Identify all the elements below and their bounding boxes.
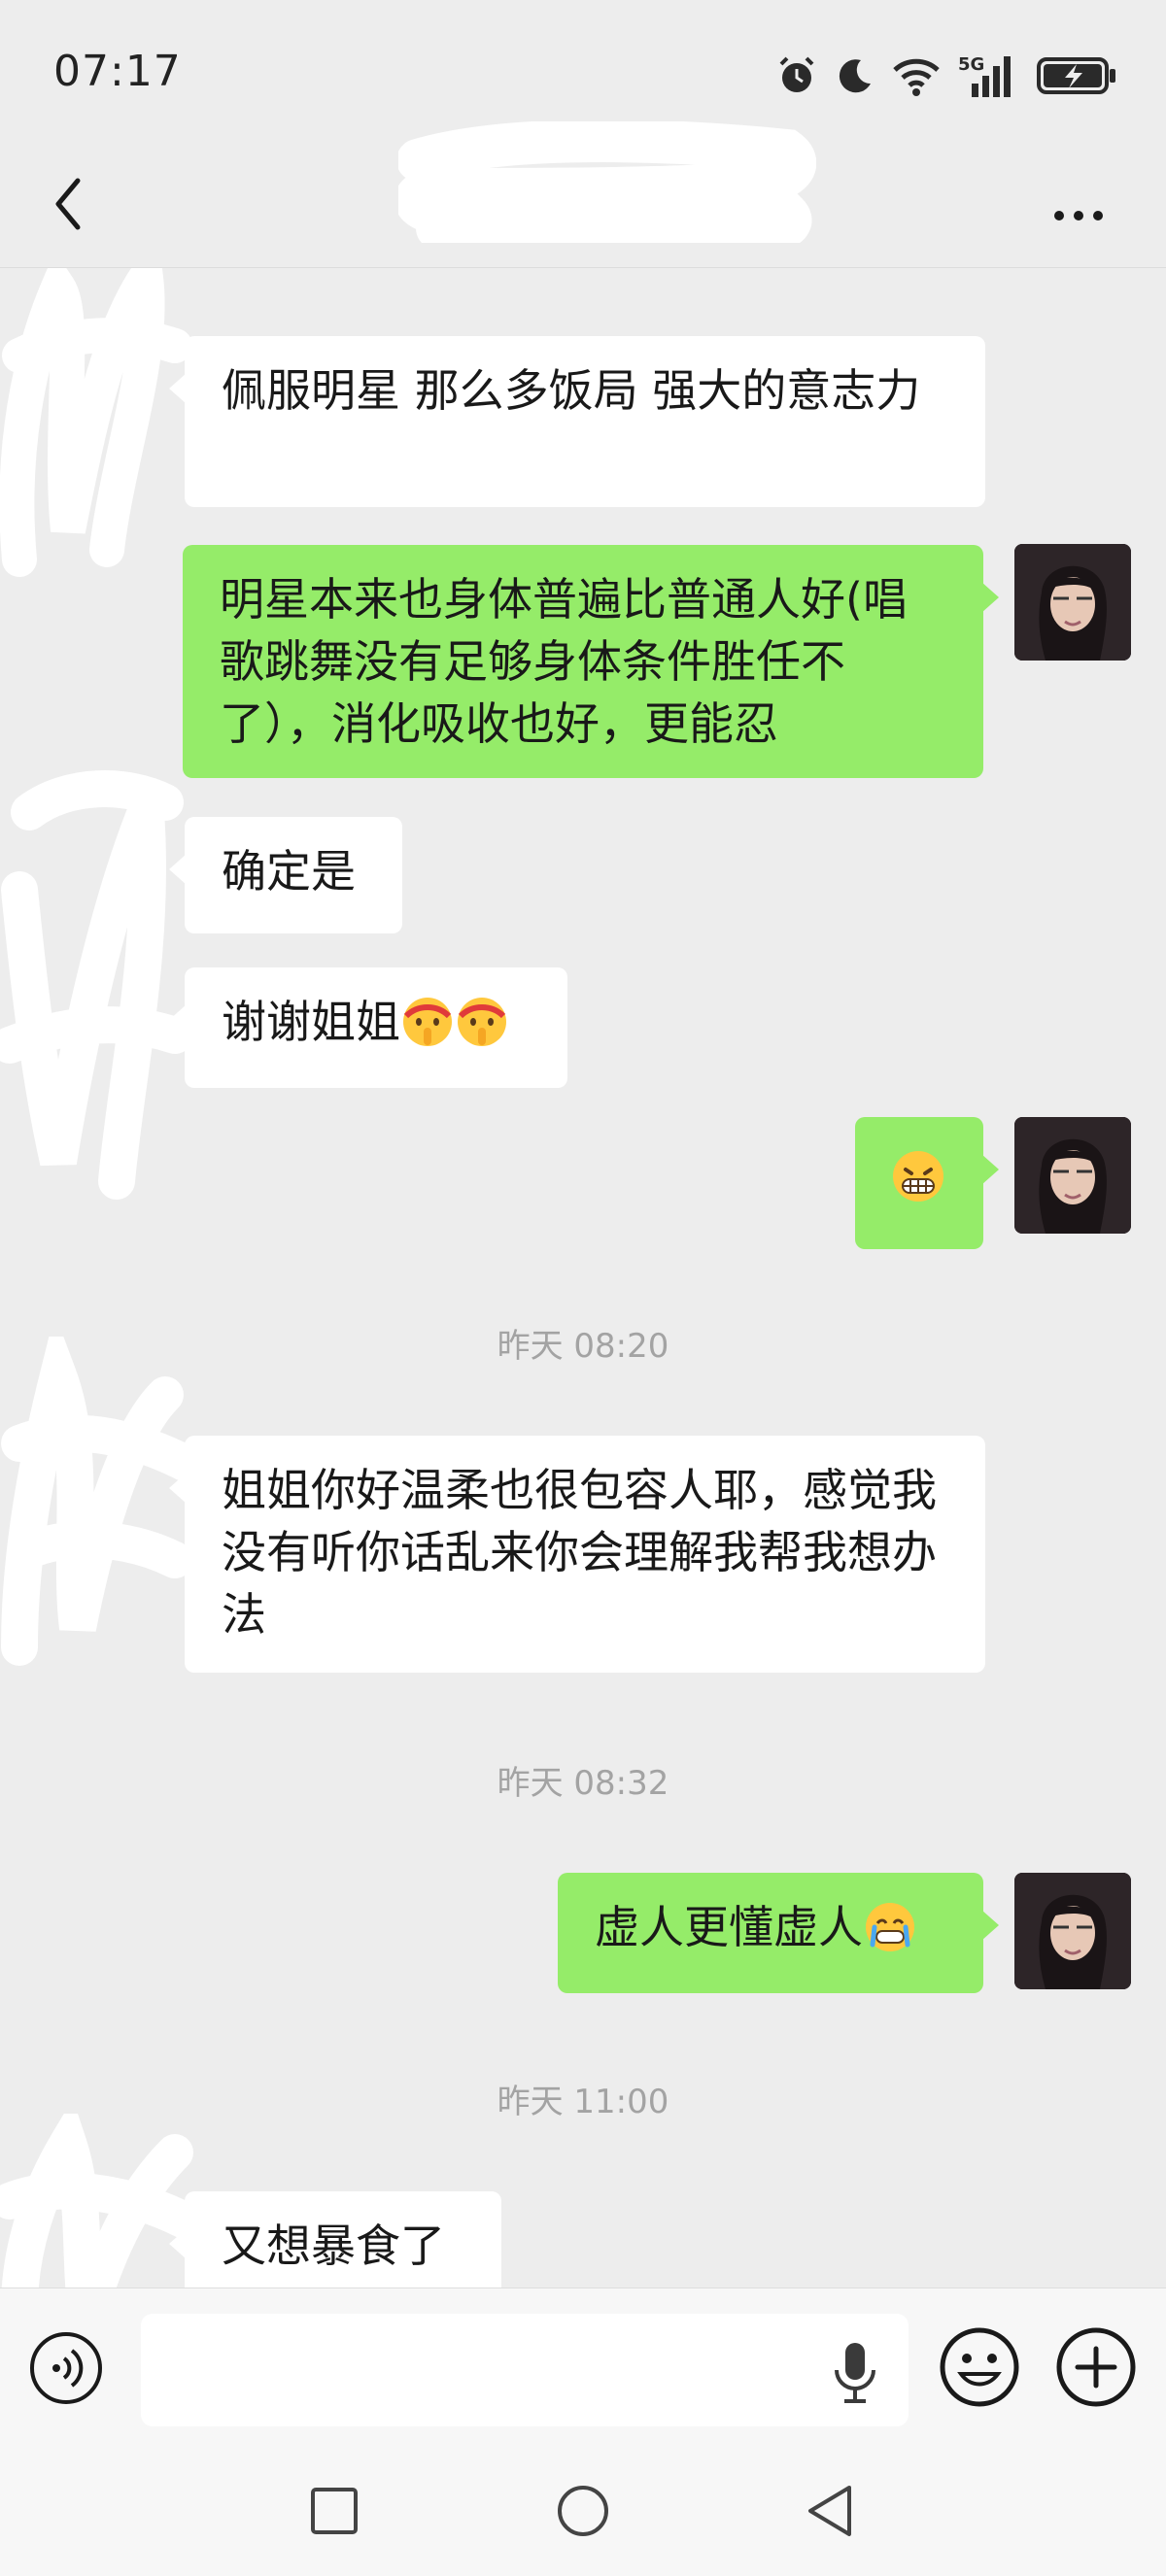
message-text: 谢谢姐姐 (222, 996, 400, 1048)
my-avatar[interactable] (1014, 1873, 1131, 1989)
message-text: 虚人更懂虚人 (595, 1901, 863, 1953)
chat-header (0, 146, 1166, 268)
status-icons: 5G (775, 49, 1117, 103)
avatar-redaction (0, 268, 192, 577)
avatar-redaction (1, 1337, 194, 1666)
recents-square-icon (311, 2488, 358, 2534)
voice-toggle-button[interactable] (27, 2329, 105, 2407)
signal-5g-icon: 5G (958, 54, 1011, 97)
message-text: 佩服明星 那么多饭局 强大的意志力 (222, 364, 921, 417)
message-timestamp: 昨天 08:20 (497, 1327, 669, 1366)
message-timestamp: 昨天 11:00 (497, 2083, 669, 2121)
more-options-button[interactable] (1030, 165, 1127, 243)
message-text: 又想暴食了 (222, 2220, 445, 2272)
shush-face-emoji (455, 995, 509, 1065)
message-bubble-outgoing[interactable]: 虚人更懂虚人 (558, 1873, 999, 1993)
status-bar: 07:17 5G (0, 0, 1166, 146)
moon-icon (839, 59, 871, 93)
more-functions-button[interactable] (1054, 2325, 1138, 2409)
message-bubble-incoming[interactable]: 确定是 (169, 817, 402, 933)
back-triangle-icon (808, 2486, 851, 2536)
nav-back-button[interactable] (805, 2482, 855, 2540)
avatar-redaction (0, 770, 193, 1200)
wifi-icon (893, 58, 940, 96)
svg-text:5G: 5G (958, 54, 984, 75)
my-avatar[interactable] (1014, 544, 1131, 661)
mic-icon (835, 2343, 875, 2403)
message-bubble-incoming[interactable]: 佩服明星 那么多饭局 强大的意志力 (169, 336, 985, 507)
message-bubble-incoming[interactable]: 谢谢姐姐 (169, 967, 567, 1088)
home-circle-icon (558, 2486, 608, 2536)
plus-icon (1056, 2327, 1136, 2407)
chevron-left-icon (55, 178, 81, 230)
message-timestamp: 昨天 08:32 (497, 1764, 669, 1803)
crying-face-emoji (863, 1900, 917, 1970)
battery-charging-icon (1037, 57, 1115, 94)
recents-button[interactable] (309, 2486, 360, 2536)
message-bubble-outgoing[interactable]: 明星本来也身体普遍比普通人好(唱歌跳舞没有足够身体条件胜任不了），消化吸收也好，… (183, 545, 999, 778)
chat-title (418, 165, 806, 243)
message-bubble-incoming[interactable]: 姐姐你好温柔也很包容人耶，感觉我没有听你话乱来你会理解我帮我想办法 (169, 1436, 985, 1673)
message-text: 确定是 (222, 845, 356, 898)
input-bar (0, 2288, 1166, 2444)
message-list[interactable]: 佩服明星 那么多饭局 强大的意志力 明星本来也身体普遍比普通人好(唱歌跳舞没有足… (0, 268, 1166, 2288)
ellipsis-icon (1054, 211, 1103, 220)
voice-icon (30, 2332, 102, 2404)
shush-face-emoji (400, 995, 455, 1065)
avatar-redaction (0, 2114, 194, 2288)
message-input[interactable] (141, 2314, 909, 2426)
message-text: 姐姐你好温柔也很包容人耶，感觉我没有听你话乱来你会理解我帮我想办法 (222, 1464, 937, 1641)
alarm-icon (779, 56, 814, 92)
grimacing-face-emoji (890, 1148, 946, 1220)
message-text: 明星本来也身体普遍比普通人好(唱歌跳舞没有足够身体条件胜任不了），消化吸收也好，… (220, 573, 908, 750)
emoji-icon (940, 2327, 1019, 2407)
message-bubble-incoming[interactable]: 又想暴食了 (169, 2191, 501, 2288)
message-bubble-outgoing[interactable] (855, 1117, 999, 1249)
status-time: 07:17 (53, 47, 182, 96)
emoji-button[interactable] (938, 2325, 1021, 2409)
back-button[interactable] (39, 165, 117, 243)
home-button[interactable] (556, 2484, 610, 2538)
my-avatar[interactable] (1014, 1117, 1131, 1234)
voice-input-button[interactable] (831, 2339, 879, 2407)
system-nav-bar (0, 2443, 1166, 2576)
